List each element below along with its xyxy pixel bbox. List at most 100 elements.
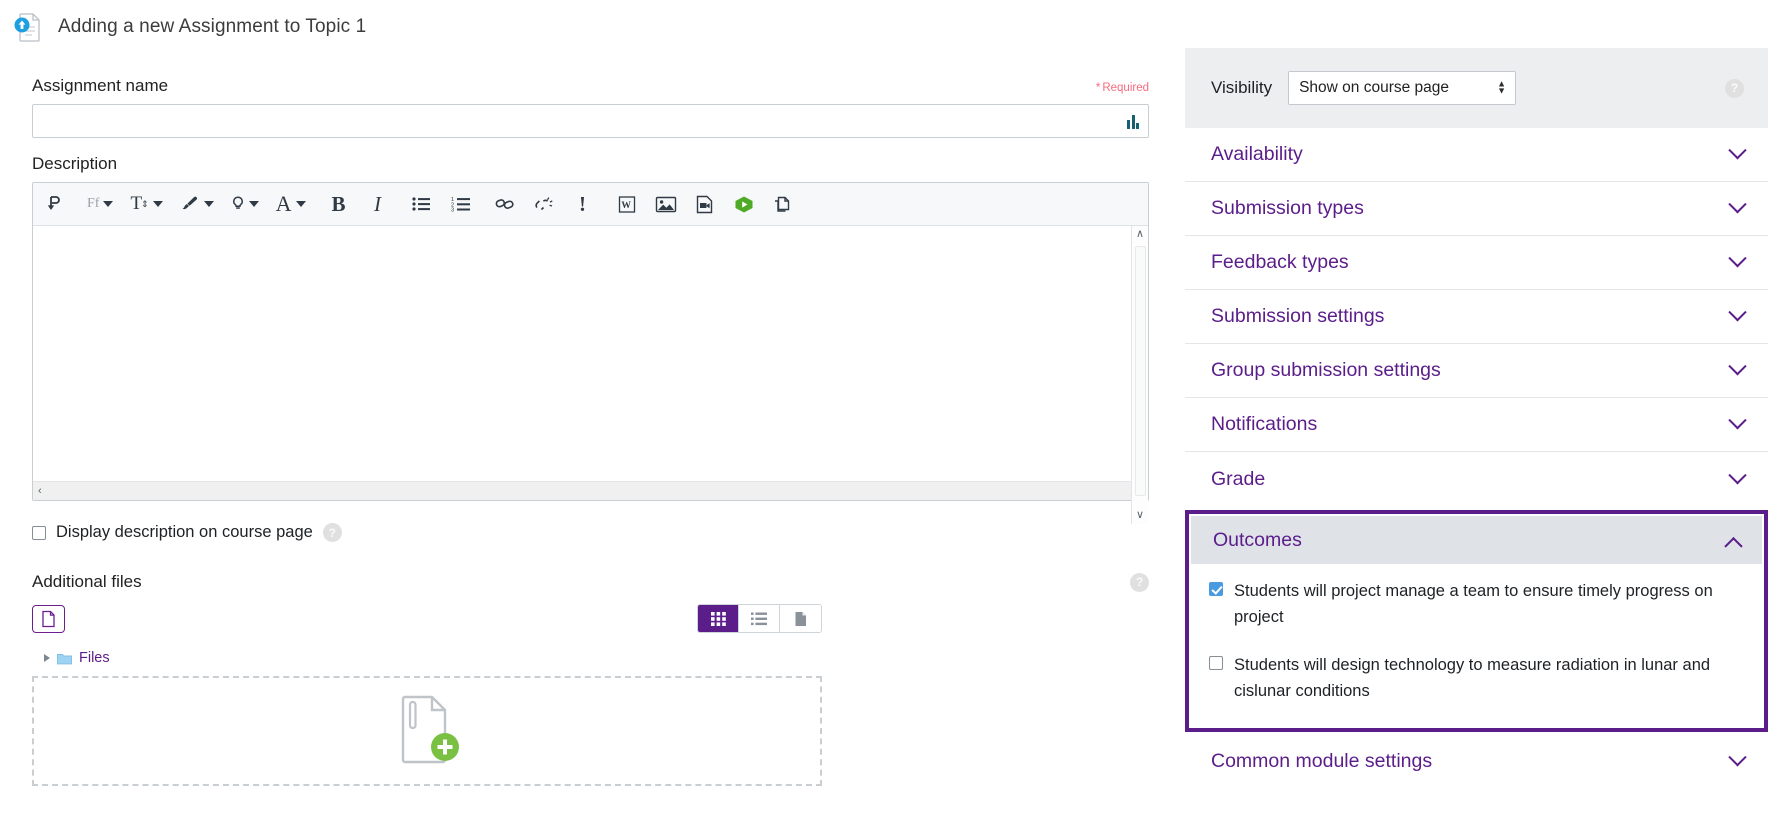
description-label: Description (32, 154, 118, 173)
required-star: * (1095, 82, 1101, 94)
list-view-icon[interactable] (739, 605, 780, 632)
svg-text:3: 3 (451, 208, 454, 212)
input-indicator-icon (1127, 113, 1141, 129)
scroll-down-icon[interactable]: ∨ (1136, 510, 1144, 521)
section-label: Group submission settings (1211, 359, 1441, 381)
scroll-left-icon[interactable]: ‹ (38, 485, 42, 497)
assignment-name-input[interactable] (33, 105, 1148, 137)
font-size-icon[interactable]: T ⇕ (126, 188, 166, 220)
chevron-down-icon (152, 201, 163, 207)
description-editor-body[interactable]: ∧ ∨ (33, 226, 1148, 524)
outcome-item[interactable]: Students will project manage a team to e… (1209, 578, 1744, 630)
moodle-assignment-form-page: Adding a new Assignment to Topic 1 Assig… (0, 0, 1768, 827)
select-spinner-icon: ▲ ▼ (1497, 78, 1507, 96)
required-badge: * Required (1096, 82, 1149, 94)
insert-image-icon[interactable] (651, 188, 681, 220)
brush-icon[interactable] (176, 188, 218, 220)
settings-sidebar: Visibility Show on course page ▲ ▼ ? Avai… (1185, 48, 1768, 827)
section-label: Grade (1211, 467, 1266, 490)
section-label: Common module settings (1211, 749, 1433, 772)
display-description-row[interactable]: Display description on course page ? (32, 523, 1157, 542)
chevron-down-icon[interactable] (1728, 195, 1747, 214)
folder-icon (57, 652, 72, 665)
chevron-down-icon (103, 201, 114, 207)
sidebar-section-availability[interactable]: Availability (1185, 128, 1768, 182)
display-description-checkbox[interactable] (32, 525, 46, 540)
font-family-icon[interactable]: Ff (83, 188, 117, 220)
chevron-down-icon (203, 201, 214, 207)
editor-vertical-scrollbar[interactable]: ∧ ∨ (1131, 226, 1148, 524)
help-icon[interactable]: ? (322, 523, 342, 542)
expand-triangle-icon[interactable] (44, 654, 50, 662)
sidebar-section-submission-settings[interactable]: Submission settings (1185, 290, 1768, 344)
outcome-label-1: Students will project manage a team to e… (1234, 582, 1713, 627)
assignment-name-label: Assignment name (32, 76, 169, 95)
chevron-down-icon (295, 201, 306, 207)
files-tree-row[interactable]: Files (32, 650, 1157, 666)
record-media-icon[interactable] (729, 188, 759, 220)
chevron-up-icon[interactable] (1724, 536, 1743, 555)
help-icon[interactable]: ? (1725, 78, 1744, 98)
section-label: Availability (1211, 143, 1303, 165)
bold-icon[interactable]: B (324, 188, 354, 220)
tree-view-icon[interactable] (780, 605, 821, 632)
chevron-down-icon[interactable] (1728, 357, 1747, 376)
link-icon[interactable] (490, 188, 520, 220)
editor-horizontal-scrollbar[interactable]: ‹ › (33, 481, 1148, 500)
sidebar-section-submission-types[interactable]: Submission types (1185, 182, 1768, 236)
sidebar-section-group-submission-settings[interactable]: Group submission settings (1185, 344, 1768, 398)
sidebar-section-notifications[interactable]: Notifications (1185, 398, 1768, 452)
outcomes-list: Students will project manage a team to e… (1191, 564, 1762, 727)
visibility-select[interactable]: Show on course page ▲ ▼ (1288, 71, 1517, 105)
sidebar-section-outcomes[interactable]: Outcomes (1191, 516, 1762, 564)
file-view-toggle-group[interactable] (697, 604, 822, 633)
chevron-down-icon[interactable] (1728, 747, 1747, 767)
svg-text:W: W (621, 200, 631, 211)
assignment-name-field-wrapper[interactable] (32, 104, 1149, 138)
insert-video-icon[interactable] (690, 188, 720, 220)
scroll-thumb[interactable] (1135, 246, 1146, 496)
outcome-label-2: Students will design technology to measu… (1234, 656, 1711, 701)
page-header: Adding a new Assignment to Topic 1 (12, 10, 366, 44)
duplicate-icon[interactable] (768, 188, 798, 220)
file-dropzone[interactable] (32, 676, 822, 786)
additional-files-header: Additional files ? (32, 572, 1149, 592)
outcome-checkbox-2[interactable] (1209, 656, 1223, 671)
chevron-down-icon[interactable] (1728, 411, 1747, 430)
sidebar-section-common-module-settings[interactable]: Common module settings (1185, 734, 1768, 789)
sidebar-section-grade[interactable]: Grade (1185, 452, 1768, 506)
grid-view-icon[interactable] (698, 605, 739, 632)
unlink-icon[interactable] (529, 188, 559, 220)
highlight-bulb-icon[interactable] (227, 188, 263, 220)
text-color-icon[interactable]: A (272, 188, 310, 220)
description-editor[interactable]: Ff T ⇕ A B I 1 2 3 ! W ∧ ∨ ‹ (32, 182, 1149, 524)
special-character-icon[interactable]: ! (568, 188, 598, 220)
section-label: Submission settings (1211, 305, 1385, 327)
sidebar-section-feedback-types[interactable]: Feedback types (1185, 236, 1768, 290)
undo-icon[interactable] (39, 188, 69, 220)
additional-files-label: Additional files (32, 572, 142, 591)
visibility-section: Visibility Show on course page ▲ ▼ ? (1185, 48, 1768, 128)
add-file-button[interactable] (32, 604, 65, 633)
scroll-up-icon[interactable]: ∧ (1136, 229, 1144, 240)
required-label: Required (1102, 82, 1149, 94)
visibility-selected-value: Show on course page (1299, 79, 1450, 96)
chevron-down-icon[interactable] (1728, 249, 1747, 268)
main-form-column: Assignment name * Required Description Ff (0, 60, 1185, 827)
editor-toolbar: Ff T ⇕ A B I 1 2 3 ! W (33, 183, 1148, 226)
file-plus-icon (401, 695, 459, 764)
chevron-down-icon[interactable] (1728, 303, 1747, 322)
chevron-down-icon[interactable] (1728, 465, 1747, 484)
help-icon[interactable]: ? (1130, 572, 1149, 592)
outcome-checkbox-1[interactable] (1209, 582, 1223, 596)
chevron-down-icon[interactable] (1728, 141, 1747, 160)
italic-icon[interactable]: I (363, 188, 393, 220)
outcome-item[interactable]: Students will design technology to measu… (1209, 652, 1744, 704)
files-tree-label[interactable]: Files (79, 650, 110, 666)
bullet-list-icon[interactable] (407, 188, 437, 220)
display-description-label: Display description on course page (56, 523, 313, 541)
assignment-upload-icon (12, 10, 46, 44)
numbered-list-icon[interactable]: 1 2 3 (446, 188, 476, 220)
word-document-icon[interactable]: W (612, 188, 642, 220)
section-label: Outcomes (1213, 528, 1302, 551)
